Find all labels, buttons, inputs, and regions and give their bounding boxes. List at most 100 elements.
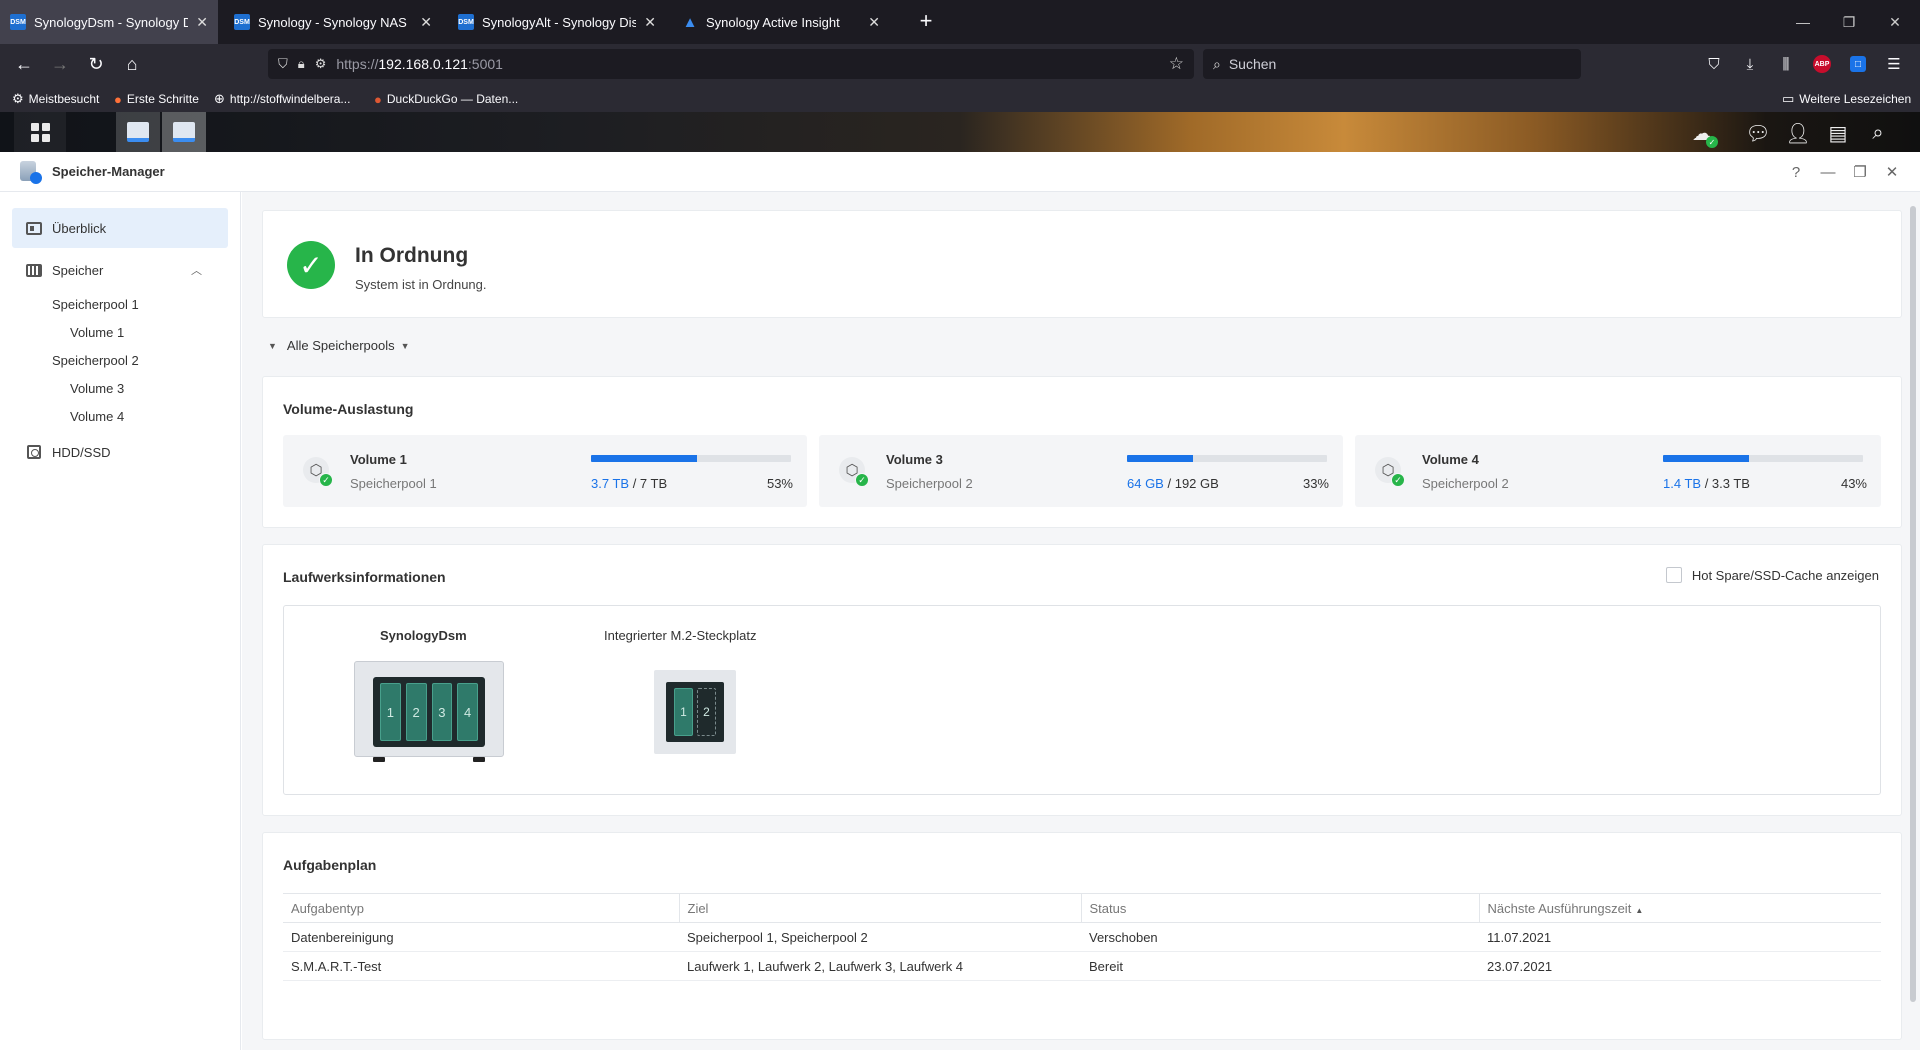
task-next-run: 23.07.2021 [1479,951,1881,981]
close-icon[interactable]: ✕ [868,14,880,31]
sidebar-item-storage[interactable]: Speicher ︿ [12,250,228,290]
chevron-up-icon[interactable]: ︿ [191,250,202,290]
new-tab-button[interactable]: + [912,8,940,36]
volume-pool: Speicherpool 1 [350,476,437,491]
m2-device[interactable]: 1 2 [654,670,736,754]
lock-icon[interactable]: 🔒︎ [298,56,305,72]
table-row[interactable]: S.M.A.R.T.-Test Laufwerk 1, Laufwerk 2, … [283,951,1881,981]
scrollbar[interactable] [1904,192,1920,1050]
status-subtitle: System ist in Ordnung. [355,277,487,292]
hotspare-checkbox-label[interactable]: Hot Spare/SSD-Cache anzeigen [1665,567,1879,583]
volume-card-3[interactable]: ⬡ ✓ Volume 3 Speicherpool 2 64 GB / 192 G… [819,435,1343,507]
widgets-icon[interactable]: ▤ [1824,120,1852,146]
restore-window-button[interactable]: ❐ [1826,0,1872,44]
main-menu-button[interactable] [14,112,66,152]
taskbar-storage-manager-button[interactable] [162,112,206,152]
bookmark-star-icon[interactable]: ☆ [1169,54,1184,74]
browser-tab-active-insight[interactable]: ▲ Synology Active Insight ✕ [672,0,890,44]
close-icon[interactable]: ✕ [644,14,656,31]
menu-icon[interactable]: ☰ [1880,50,1908,78]
user-icon[interactable]: 👤︎ [1784,120,1812,146]
browser-tab-synology-nas[interactable]: DSM Synology - Synology NAS ✕ [224,0,442,44]
search-icon[interactable]: ⌕ [1864,120,1892,146]
m2-slot-2[interactable]: 2 [697,688,716,736]
bookmark-meistbesucht[interactable]: ⚙ Meistbesucht [12,90,99,108]
home-button[interactable]: ⌂ [118,50,146,78]
chat-icon[interactable]: 💬︎ [1744,120,1772,146]
browser-tab-synologyalt[interactable]: DSM SynologyAlt - Synology DiskStation ✕ [448,0,666,44]
sidebar-item-label: Speicher [52,262,104,278]
bookmark-duckduckgo[interactable]: ● DuckDuckGo — Daten... [374,90,518,108]
back-button[interactable]: ← [10,50,38,78]
window-title: Speicher-Manager [52,164,165,179]
bookmark-erste-schritte[interactable]: ● Erste Schritte [114,90,199,108]
library-icon[interactable]: ⫼ [1772,50,1800,78]
cloud-status-icon[interactable]: ☁ ✓ [1688,120,1718,148]
minimize-icon[interactable]: — [1818,162,1838,182]
volume-name: Volume 1 [350,452,407,467]
column-header-status[interactable]: Status [1081,893,1480,923]
browser-search-bar[interactable]: ⌕ [1203,49,1581,79]
shield-icon[interactable]: ⛉ [278,56,288,72]
drive-bay-4[interactable]: 4 [457,683,478,741]
m2-slot-1[interactable]: 1 [674,688,693,736]
window-title-bar: Speicher-Manager ? — ❐ ✕ [0,152,1920,192]
dsm-favicon-icon: DSM [458,14,474,30]
pool-filter-dropdown[interactable]: ▼ Alle Speicherpools ▼ [268,338,410,353]
sidebar-item-pool-2[interactable]: Speicherpool 2 [52,346,228,374]
hotspare-checkbox[interactable] [1665,567,1682,583]
nas-device[interactable]: 1 2 3 4 [354,661,504,762]
volume-total: 3.3 TB [1711,476,1750,491]
taskbar-app-button[interactable] [116,112,160,152]
tab-title: Synology Active Insight [706,14,840,30]
bookmark-other[interactable]: ▭ Weitere Lesezeichen [1782,90,1911,108]
scrollbar-thumb[interactable] [1910,206,1916,1002]
maximize-icon[interactable]: ❐ [1850,162,1870,182]
sidebar-item-volume-4[interactable]: Volume 4 [70,402,228,430]
browser-search-input[interactable] [1228,56,1549,72]
volume-cube-icon: ⬡ ✓ [1375,457,1405,487]
bookmark-stoffwindel[interactable]: ⊕ http://stoffwindelbera... [214,90,350,108]
drive-bay-2[interactable]: 2 [405,683,427,741]
sidebar-item-pool-1[interactable]: Speicherpool 1 [52,290,228,318]
minimize-window-button[interactable]: — [1780,0,1826,44]
url-scheme: https:// [336,56,379,72]
overview-icon [26,221,42,235]
column-header-next-run[interactable]: Nächste Ausführungszeit ▲ [1479,893,1881,923]
task-target: Laufwerk 1, Laufwerk 2, Laufwerk 3, Lauf… [679,951,1081,981]
permissions-icon[interactable]: ⚙ [315,56,327,72]
column-header-task-type[interactable]: Aufgabentyp [283,893,680,923]
download-icon[interactable]: ⤓ [1736,50,1764,78]
close-icon[interactable]: ✕ [1882,162,1902,182]
caret-down-icon: ▼ [268,340,277,351]
sidebar-item-label: HDD/SSD [52,444,111,460]
volume-card-4[interactable]: ⬡ ✓ Volume 4 Speicherpool 2 1.4 TB / 3.3 … [1355,435,1881,507]
sidebar-item-label: Volume 1 [70,324,125,340]
task-table: Aufgabentyp Ziel Status Nächste Ausführu… [283,893,1881,981]
sidebar-item-volume-1[interactable]: Volume 1 [70,318,228,346]
table-row[interactable]: Datenbereinigung Speicherpool 1, Speiche… [283,922,1881,952]
forward-button[interactable]: → [46,50,74,78]
close-icon[interactable]: ✕ [196,14,208,31]
reload-button[interactable]: ↻ [82,50,110,78]
active-insight-favicon-icon: ▲ [682,13,698,31]
usage-progress-bar [1127,455,1327,462]
adblock-plus-icon[interactable]: ABP [1808,50,1836,78]
drive-bay-1[interactable]: 1 [380,683,401,741]
dsm-favicon-icon: DSM [10,14,26,30]
url-bar[interactable]: ⛉ 🔒︎ ⚙ https:// 192.168.0.121 :5001 ☆ [268,49,1194,79]
close-icon[interactable]: ✕ [420,14,432,31]
sidebar-item-volume-3[interactable]: Volume 3 [70,374,228,402]
column-header-target[interactable]: Ziel [679,893,1082,923]
browser-tab-synologydsm[interactable]: DSM SynologyDsm - Synology DiskStation ✕ [0,0,218,44]
extension-icon[interactable]: □ [1844,50,1872,78]
volume-cube-icon: ⬡ ✓ [303,457,333,487]
volume-card-1[interactable]: ⬡ ✓ Volume 1 Speicherpool 1 3.7 TB / 7 TB… [283,435,807,507]
sidebar-item-overview[interactable]: Überblick [12,208,228,248]
sidebar-item-hdd-ssd[interactable]: HDD/SSD [12,432,228,472]
drive-bay-3[interactable]: 3 [431,683,453,741]
pocket-icon[interactable]: ⛉ [1700,50,1728,78]
close-window-button[interactable]: ✕ [1872,0,1918,44]
help-icon[interactable]: ? [1786,162,1806,182]
sidebar-item-label: Speicherpool 2 [52,352,139,368]
